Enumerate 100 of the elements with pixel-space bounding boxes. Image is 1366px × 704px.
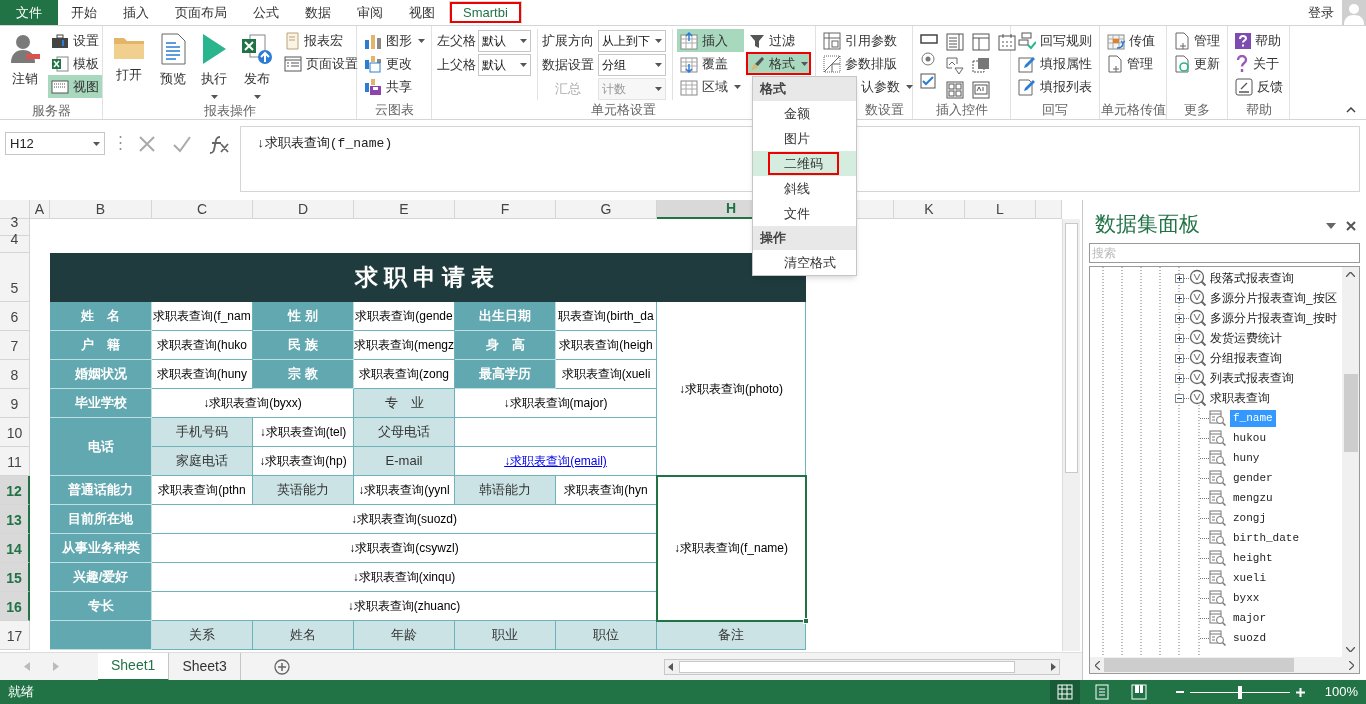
tree-item[interactable]: 列表式报表查询 <box>1210 369 1294 387</box>
row-header[interactable]: 14 <box>0 534 30 563</box>
tree-item[interactable]: major <box>1230 609 1269 627</box>
row-header[interactable]: 8 <box>0 360 30 389</box>
tree-item[interactable]: 分组报表查询 <box>1210 349 1282 367</box>
ribbon-button[interactable]: 覆盖 <box>677 52 744 75</box>
ribbon-tab[interactable]: 插入 <box>110 0 162 25</box>
textbox-icon[interactable] <box>920 33 938 45</box>
ribbon-button[interactable]: 关于 <box>1232 52 1286 75</box>
ribbon-button[interactable]: 过滤 <box>746 29 811 52</box>
tree-item[interactable]: height <box>1230 549 1276 567</box>
login-link[interactable]: 登录 <box>1308 2 1334 23</box>
vertical-scrollbar[interactable] <box>1062 219 1080 651</box>
scrollbar-thumb[interactable] <box>1065 223 1078 473</box>
close-icon[interactable] <box>1346 221 1356 231</box>
ribbon-button[interactable]: 插入 <box>677 29 744 52</box>
radio-icon[interactable] <box>920 51 936 67</box>
dropdown-field[interactable]: 默认 <box>478 29 531 52</box>
ribbon-button[interactable]: 视图 <box>48 75 102 98</box>
horizontal-scrollbar[interactable] <box>1090 657 1359 673</box>
tree-item[interactable]: hukou <box>1230 429 1269 447</box>
search-field[interactable]: 搜索 <box>1089 243 1360 263</box>
tree-item[interactable]: huny <box>1230 449 1263 467</box>
menu-item[interactable]: 图片 <box>753 126 856 151</box>
ribbon-tab[interactable]: 数据 <box>292 0 344 25</box>
confirm-icon[interactable] <box>172 135 192 153</box>
view-button[interactable] <box>1049 680 1080 704</box>
name-box[interactable]: H12 <box>5 132 105 155</box>
ribbon-tab[interactable]: 视图 <box>396 0 448 25</box>
collapse-icon[interactable] <box>1175 393 1189 403</box>
tree-item[interactable]: mengzu <box>1230 489 1276 507</box>
zoom-slider[interactable] <box>1237 685 1242 699</box>
tree-item[interactable]: xueli <box>1230 569 1269 587</box>
ribbon-button[interactable]: 报表宏 <box>281 29 361 52</box>
ribbon-button[interactable]: 预览 <box>153 29 193 101</box>
link[interactable]: ↓求职表查询(email) <box>455 447 657 476</box>
column-header[interactable]: C <box>152 200 253 219</box>
dropdown-field[interactable]: 分组 <box>598 53 666 76</box>
expand-icon[interactable] <box>1175 353 1189 363</box>
expand-icon[interactable] <box>1175 373 1189 383</box>
column-header[interactable]: K <box>894 200 965 219</box>
menu-item[interactable]: 斜线 <box>753 176 856 201</box>
ribbon-button[interactable]: 反馈 <box>1232 75 1286 98</box>
dropdown-field[interactable]: 从上到下 <box>598 29 666 52</box>
ribbon-button[interactable]: 发布 <box>235 29 279 101</box>
tree-item[interactable]: suozd <box>1230 629 1269 647</box>
text-area-icon[interactable] <box>972 81 990 99</box>
ribbon-button[interactable]: 图形 <box>361 29 428 52</box>
copy-icon[interactable] <box>972 57 990 75</box>
ribbon-button[interactable]: 填报列表 <box>1015 75 1095 98</box>
ribbon-button[interactable]: 注销 <box>4 29 46 101</box>
ribbon-tab[interactable]: 页面布局 <box>162 0 240 25</box>
ribbon-button[interactable]: 共享 <box>361 75 428 98</box>
image-check-icon[interactable] <box>946 57 964 75</box>
cancel-icon[interactable] <box>138 135 156 153</box>
tree-item[interactable]: 发货运费统计 <box>1210 329 1282 347</box>
menu-item[interactable]: 金额 <box>753 101 856 126</box>
scrollbar-thumb[interactable] <box>679 660 1015 673</box>
row-header[interactable]: 6 <box>0 302 30 331</box>
checkbox-icon[interactable] <box>920 73 936 89</box>
tree-item[interactable]: birth_date <box>1230 529 1302 547</box>
column-header[interactable]: E <box>354 200 455 219</box>
row-header[interactable]: 15 <box>0 563 30 592</box>
row-header[interactable]: 11 <box>0 447 30 476</box>
ribbon-button[interactable]: 回写规则 <box>1015 29 1095 52</box>
ribbon-tab[interactable]: 开始 <box>58 0 110 25</box>
row-header[interactable]: 12 <box>0 476 30 505</box>
ribbon-button[interactable]: 打开 <box>107 29 151 101</box>
ribbon-button[interactable]: 执行 <box>195 29 233 101</box>
row-header[interactable]: 13 <box>0 505 30 534</box>
ribbon-button[interactable]: 模板 <box>48 52 102 75</box>
fill-handle[interactable] <box>803 618 809 624</box>
tree-item[interactable]: gender <box>1230 469 1276 487</box>
menu-item[interactable]: 二维码 <box>753 151 856 176</box>
horizontal-scrollbar[interactable] <box>664 658 1060 675</box>
ribbon-button[interactable]: 传值 <box>1104 29 1158 52</box>
expand-icon[interactable] <box>1175 313 1189 323</box>
column-header[interactable]: A <box>30 200 50 219</box>
row-header[interactable]: 7 <box>0 331 30 360</box>
scrollbar-thumb[interactable] <box>1104 658 1294 672</box>
tree-item[interactable]: zongj <box>1230 509 1269 527</box>
ribbon-button[interactable]: 管理 <box>1104 52 1158 75</box>
column-header[interactable]: D <box>253 200 354 219</box>
row-header[interactable]: 16 <box>0 592 30 621</box>
calendar-icon[interactable] <box>998 33 1016 51</box>
ribbon-button[interactable]: 参数排版 <box>820 52 916 75</box>
ribbon-tab[interactable]: 文件 <box>0 0 58 25</box>
scrollbar-thumb[interactable] <box>1343 374 1358 452</box>
dropdown-icon[interactable] <box>1326 223 1336 229</box>
ribbon-button[interactable]: 更改 <box>361 52 428 75</box>
sheet-tab[interactable]: Sheet1 <box>98 652 170 681</box>
ribbon-tab[interactable]: Smartbi <box>449 1 522 24</box>
row-header[interactable]: 9 <box>0 389 30 418</box>
tree-item[interactable]: 段落式报表查询 <box>1210 269 1294 287</box>
row-header[interactable]: 17 <box>0 621 30 650</box>
ribbon-button[interactable]: 引用参数 <box>820 29 916 52</box>
menu-item[interactable]: 清空格式 <box>753 250 856 275</box>
window-icon[interactable] <box>972 33 990 51</box>
expand-icon[interactable] <box>1175 293 1189 303</box>
ribbon-button[interactable]: 格式 <box>746 52 811 75</box>
